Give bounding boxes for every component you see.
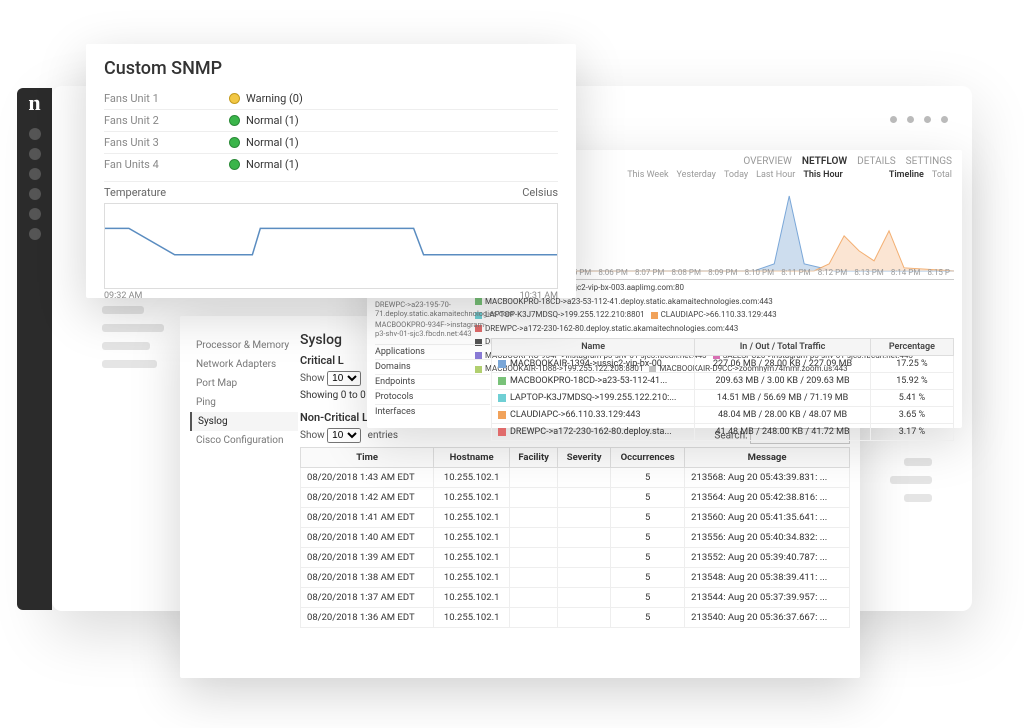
netflow-table: Name In / Out / Total Traffic Percentage… [491, 338, 954, 441]
tab-netflow[interactable]: NETFLOW [802, 156, 847, 167]
col-name[interactable]: Name [492, 339, 695, 356]
temp-label: Temperature [104, 186, 166, 199]
snmp-status-row: Fans Unit 1 Warning (0) [104, 87, 558, 109]
col-severity[interactable]: Severity [558, 448, 611, 468]
table-row[interactable]: 08/20/2018 1:38 AM EDT10.255.102.1521354… [301, 568, 850, 588]
table-row[interactable]: MACBOOKPRO-18CD->a23-53-112-41...209.63 … [492, 373, 954, 390]
col-percent[interactable]: Percentage [870, 339, 953, 356]
noncritical-log-table: Time Hostname Facility Severity Occurren… [300, 447, 850, 628]
app-logo[interactable]: n [28, 90, 40, 116]
sidebar-nav-dot[interactable] [29, 148, 41, 160]
legend-item[interactable]: CLAUDIAPC->66.110.33.129:443 [651, 309, 777, 321]
sidebar-nav-dot[interactable] [29, 188, 41, 200]
sidebar-nav-dot[interactable] [29, 128, 41, 140]
placeholder-line [102, 342, 150, 350]
chart-time-left: 09:32 AM [104, 291, 142, 301]
status-indicator-icon [229, 93, 240, 104]
placeholder-line [102, 306, 144, 314]
tree-domains[interactable]: Domains [375, 359, 490, 374]
sidebar-nav-dot[interactable] [29, 168, 41, 180]
snmp-title: Custom SNMP [104, 58, 558, 79]
nav-item-portmap[interactable]: Port Map [190, 374, 298, 393]
snmp-row-status: Warning (0) [246, 92, 303, 105]
table-row[interactable]: 08/20/2018 1:40 AM EDT10.255.102.1521355… [301, 528, 850, 548]
snmp-row-label: Fans Unit 2 [104, 114, 229, 127]
tree-protocols[interactable]: Protocols [375, 389, 490, 404]
page-size-select[interactable]: 10 [327, 371, 361, 386]
snmp-status-row: Fans Unit 3 Normal (1) [104, 131, 558, 153]
placeholder-line [904, 494, 932, 502]
status-indicator-icon [229, 115, 240, 126]
nav-item-processor[interactable]: Processor & Memory [190, 336, 298, 355]
app-sidebar: n [17, 88, 52, 610]
nav-item-syslog[interactable]: Syslog [190, 412, 298, 431]
table-row[interactable]: 08/20/2018 1:43 AM EDT10.255.102.1521356… [301, 468, 850, 488]
temperature-chart [104, 203, 558, 289]
temperature-section: Temperature Celsius 09:32 AM 10:31 AM [104, 181, 558, 301]
table-row[interactable]: LAPTOP-K3J7MDSQ->199.255.122.210:...14.5… [492, 390, 954, 407]
table-row[interactable]: 08/20/2018 1:37 AM EDT10.255.102.1521354… [301, 588, 850, 608]
snmp-status-row: Fan Units 4 Normal (1) [104, 153, 558, 175]
nav-item-ping[interactable]: Ping [190, 393, 298, 412]
col-occurrences[interactable]: Occurrences [611, 448, 685, 468]
sidebar-nav-dot[interactable] [29, 208, 41, 220]
snmp-panel: Custom SNMP Fans Unit 1Warning (0)Fans U… [86, 44, 576, 298]
col-traffic[interactable]: In / Out / Total Traffic [695, 339, 871, 356]
page-size-select[interactable]: 10 [327, 428, 361, 443]
nav-item-cisco[interactable]: Cisco Configuration [190, 431, 298, 450]
placeholder-line [890, 476, 932, 484]
temp-unit: Celsius [522, 186, 558, 199]
snmp-row-status: Normal (1) [246, 114, 299, 127]
placeholder-line [904, 458, 932, 466]
table-row[interactable]: 08/20/2018 1:39 AM EDT10.255.102.1521355… [301, 548, 850, 568]
col-facility[interactable]: Facility [510, 448, 558, 468]
placeholder-line [102, 324, 164, 332]
snmp-status-row: Fans Unit 2 Normal (1) [104, 109, 558, 131]
status-indicator-icon [229, 137, 240, 148]
col-hostname[interactable]: Hostname [434, 448, 510, 468]
snmp-row-label: Fans Unit 3 [104, 136, 229, 149]
table-row[interactable]: 08/20/2018 1:42 AM EDT10.255.102.1521356… [301, 488, 850, 508]
tab-overview[interactable]: OVERVIEW [743, 156, 792, 167]
table-row[interactable]: MACBOOKAIR-1394->ussjc2-vip-bx-00...227.… [492, 356, 954, 373]
nav-item-network[interactable]: Network Adapters [190, 355, 298, 374]
netflow-tree: DREWPC->a23-195-70-71.deploy.static.akam… [375, 300, 490, 419]
snmp-row-label: Fans Unit 1 [104, 92, 229, 105]
tree-endpoints[interactable]: Endpoints [375, 374, 490, 389]
window-dots [890, 116, 948, 123]
table-row[interactable]: CLAUDIAPC->66.110.33.129:44348.04 MB / 2… [492, 407, 954, 424]
syslog-nav: Processor & Memory Network Adapters Port… [190, 336, 298, 450]
snmp-row-status: Normal (1) [246, 158, 299, 171]
snmp-row-label: Fan Units 4 [104, 158, 229, 171]
table-row[interactable]: 08/20/2018 1:36 AM EDT10.255.102.1521354… [301, 608, 850, 628]
legend-item[interactable]: DREWPC->a172-230-162-80.deploy.static.ak… [475, 323, 738, 335]
tab-details[interactable]: DETAILS [857, 156, 896, 167]
snmp-row-status: Normal (1) [246, 136, 299, 149]
col-message[interactable]: Message [685, 448, 850, 468]
table-row[interactable]: 08/20/2018 1:41 AM EDT10.255.102.1521356… [301, 508, 850, 528]
placeholder-line [102, 360, 157, 368]
tree-applications[interactable]: Applications [375, 344, 490, 359]
tree-interfaces[interactable]: Interfaces [375, 404, 490, 419]
netflow-tabs: OVERVIEW NETFLOW DETAILS SETTINGS [743, 156, 952, 167]
col-time[interactable]: Time [301, 448, 434, 468]
table-row[interactable]: DREWPC->a172-230-162-80.deploy.sta...41.… [492, 424, 954, 441]
status-indicator-icon [229, 159, 240, 170]
sidebar-nav-dot[interactable] [29, 228, 41, 240]
tab-settings[interactable]: SETTINGS [906, 156, 952, 167]
chart-time-right: 10:31 AM [520, 291, 558, 301]
